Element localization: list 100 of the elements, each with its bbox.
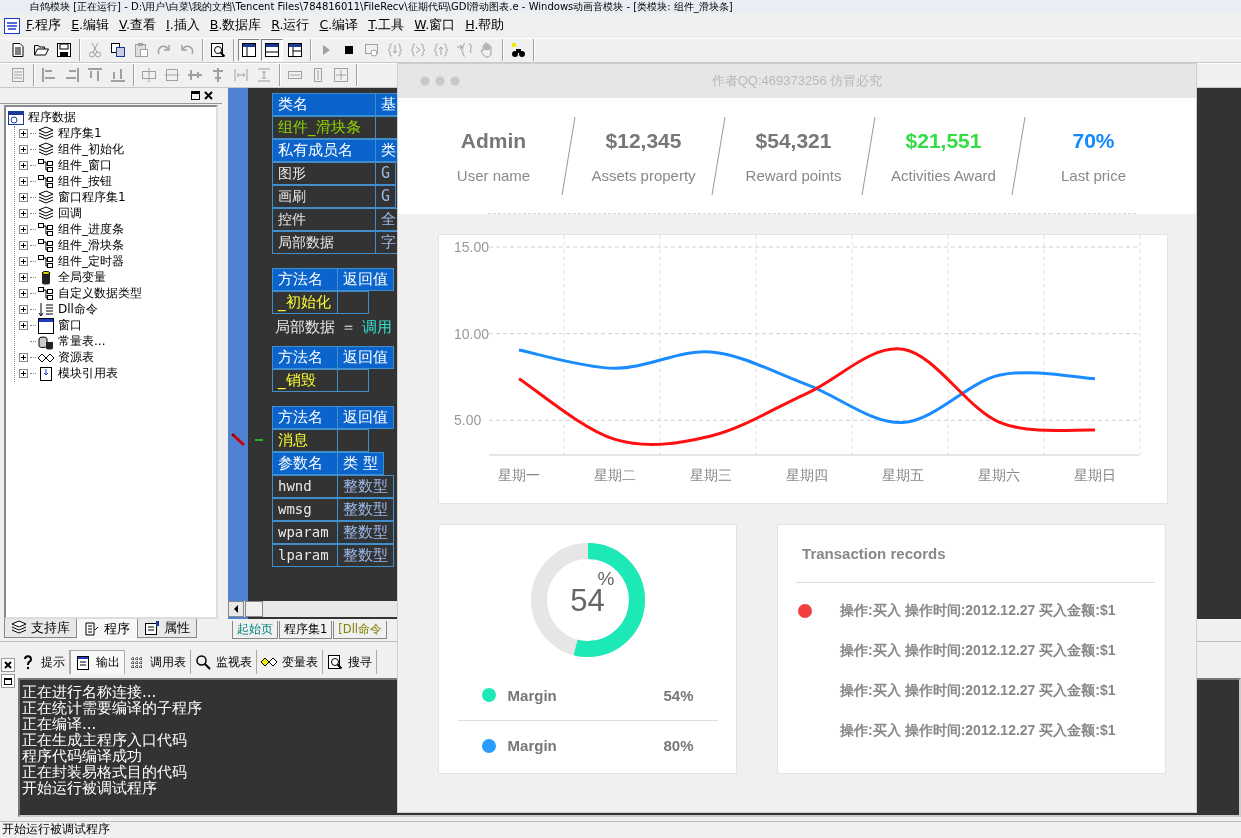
expand-toggle-icon[interactable] xyxy=(19,241,28,250)
expand-toggle-icon[interactable] xyxy=(19,177,28,186)
clipboard-icon xyxy=(133,42,149,59)
expand-toggle-icon[interactable] xyxy=(19,257,28,266)
transaction-text: 操作:买入 操作时间:2012.12.27 买入金额:$1 xyxy=(840,642,1116,660)
close-icon xyxy=(203,89,214,101)
expand-toggle-icon[interactable] xyxy=(19,129,28,138)
menu-item[interactable]: H.帮助 xyxy=(461,15,509,37)
tree-item[interactable]: 组件_滑块条 xyxy=(56,237,124,254)
menu-item[interactable]: E.编辑 xyxy=(67,15,114,37)
menu-item[interactable]: I.插入 xyxy=(162,15,204,37)
menu-item[interactable]: W.窗口 xyxy=(410,15,460,37)
expand-toggle-icon[interactable] xyxy=(19,289,28,298)
expand-toggle-icon[interactable] xyxy=(19,353,28,362)
linked-boxes-icon xyxy=(38,285,54,302)
table-cell: _销毁 xyxy=(272,368,338,392)
expand-toggle-icon[interactable] xyxy=(19,305,28,314)
tree-item[interactable]: Dll命令 xyxy=(56,301,98,318)
scrollbar-thumb[interactable] xyxy=(245,601,263,618)
y-tick-label: 10.00 xyxy=(454,325,490,342)
tree-item[interactable]: 资源表 xyxy=(56,349,94,366)
console-line: 程序代码编译成功 xyxy=(22,748,142,765)
menu-item[interactable]: F.程序 xyxy=(22,15,66,37)
document-gear-icon xyxy=(364,42,380,59)
column-header: 返回值 xyxy=(337,345,394,369)
panel-tab[interactable]: 属性 xyxy=(137,619,197,639)
table-cell: 整数型 xyxy=(337,474,394,498)
table-cell: 画刷 xyxy=(272,184,376,208)
align-left-icon xyxy=(41,67,57,84)
menu-item[interactable]: R.运行 xyxy=(267,15,314,37)
tree-item[interactable]: 组件_定时器 xyxy=(56,253,124,270)
menu-item[interactable]: T.工具 xyxy=(364,15,409,37)
table-cell: 整数型 xyxy=(337,543,394,567)
table-cell: 局部数据 xyxy=(272,230,376,254)
spacing-horizontal-icon xyxy=(233,67,249,84)
panel-layout-button[interactable] xyxy=(261,39,283,62)
menu-item[interactable]: C.编译 xyxy=(315,15,363,37)
expand-toggle-icon[interactable] xyxy=(19,161,28,170)
tree-item[interactable]: 模块引用表 xyxy=(56,365,118,382)
tree-item[interactable]: 组件_初始化 xyxy=(56,141,124,158)
close-icon xyxy=(1,658,15,673)
console-line: 正在统计需要编译的子程序 xyxy=(22,700,202,717)
transaction-text: 操作:买入 操作时间:2012.12.27 买入金额:$1 xyxy=(840,722,1116,740)
tree-item[interactable]: 窗口 xyxy=(56,317,82,334)
tree-item[interactable]: 回调 xyxy=(56,205,82,222)
expand-toggle-icon[interactable] xyxy=(19,225,28,234)
expand-toggle-icon[interactable] xyxy=(19,321,28,330)
x-tick-label: 星期一 xyxy=(498,467,540,483)
expand-toggle-icon[interactable] xyxy=(19,145,28,154)
grid-icon xyxy=(129,654,145,671)
menu-item[interactable]: V.查看 xyxy=(115,15,160,37)
expand-toggle-icon[interactable] xyxy=(19,193,28,202)
stat-value: $12,345 xyxy=(605,128,682,153)
open-folder-icon xyxy=(33,42,49,59)
table-cell: 消息 xyxy=(272,428,338,452)
editor-tab[interactable]: 起始页 xyxy=(232,621,278,640)
tree-item[interactable]: 程序集1 xyxy=(56,125,102,142)
cylinders-icon xyxy=(38,333,54,350)
console-line: 正在生成主程序入口代码 xyxy=(22,732,187,749)
editor-tab[interactable]: [Dll命令 xyxy=(333,621,388,640)
table-cell xyxy=(337,290,369,314)
expand-toggle-icon[interactable] xyxy=(19,273,28,282)
menu-item[interactable]: B.数据库 xyxy=(205,15,266,37)
magnifier-document-icon xyxy=(327,654,343,671)
expand-toggle-icon[interactable] xyxy=(19,369,28,378)
copy-icon xyxy=(110,42,126,59)
column-header: 返回值 xyxy=(337,405,394,429)
tree-item[interactable]: 程序数据 xyxy=(26,109,76,126)
transaction-text: 操作:买入 操作时间:2012.12.27 买入金额:$1 xyxy=(840,682,1116,700)
hand-icon xyxy=(479,42,495,59)
tree-item[interactable]: 组件_进度条 xyxy=(56,221,124,238)
panel-layout-button[interactable] xyxy=(238,39,260,62)
status-text: 开始运行被调试程序 xyxy=(2,822,110,837)
console-line: 正在编译... xyxy=(22,716,97,733)
new-file-icon xyxy=(10,42,26,59)
tree-item[interactable]: 自定义数据类型 xyxy=(56,285,142,302)
tree-item[interactable]: 全局变量 xyxy=(56,269,106,286)
tree-item[interactable]: 组件_按钮 xyxy=(56,173,112,190)
tree-item[interactable]: 常量表... xyxy=(56,333,106,350)
operator: ＝ xyxy=(341,318,356,337)
console-line: 开始运行被调试程序 xyxy=(22,780,157,797)
panel-tab[interactable]: 程序 xyxy=(77,619,137,641)
expand-toggle-icon[interactable] xyxy=(19,209,28,218)
braces-arrow-icon xyxy=(433,42,449,59)
tree-item[interactable]: 组件_窗口 xyxy=(56,157,112,174)
braces-arrow-icon xyxy=(410,42,426,59)
align-bottom-icon xyxy=(110,67,126,84)
x-tick-label: 星期五 xyxy=(882,467,924,483)
y-tick-label: 15.00 xyxy=(454,239,490,255)
panel-tab[interactable]: 支持库 xyxy=(4,619,77,639)
editor-tab[interactable]: 程序集1 xyxy=(279,621,333,640)
column-header: 方法名 xyxy=(272,267,338,291)
document-arrow-icon xyxy=(84,621,100,638)
table-cell xyxy=(337,428,369,452)
align-right-icon xyxy=(64,67,80,84)
tree-item[interactable]: 窗口程序集1 xyxy=(56,189,126,206)
table-cell: G xyxy=(375,184,397,208)
fold-marker-icon xyxy=(254,436,264,444)
output-tab[interactable]: 输出 xyxy=(70,650,125,675)
linked-boxes-icon xyxy=(38,157,54,174)
